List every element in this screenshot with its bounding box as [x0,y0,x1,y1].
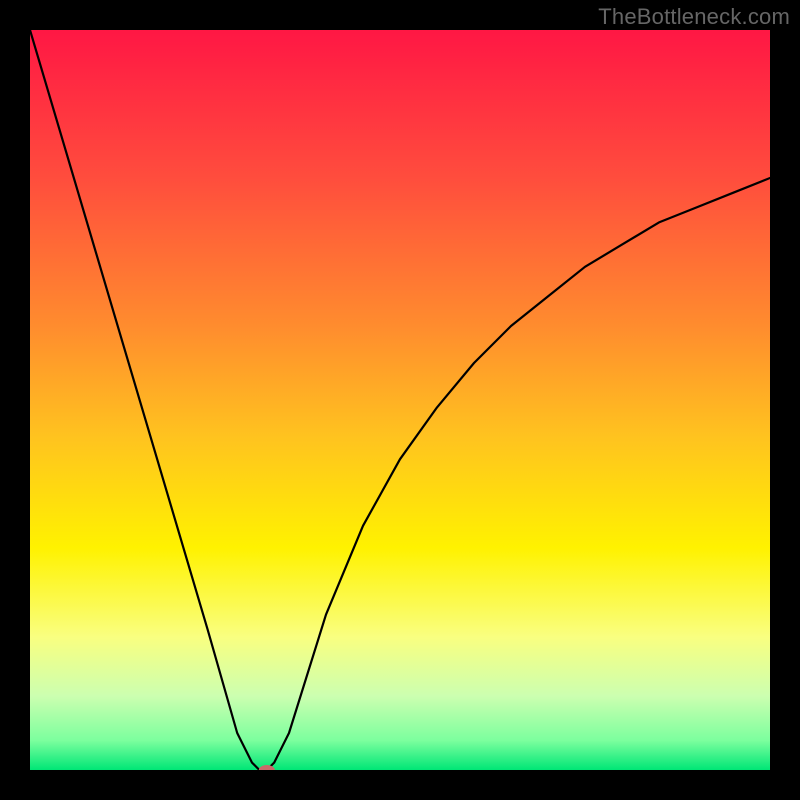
chart-svg [30,30,770,770]
gradient-background [30,30,770,770]
plot-area [30,30,770,770]
watermark-text: TheBottleneck.com [598,4,790,30]
chart-frame: TheBottleneck.com [0,0,800,800]
